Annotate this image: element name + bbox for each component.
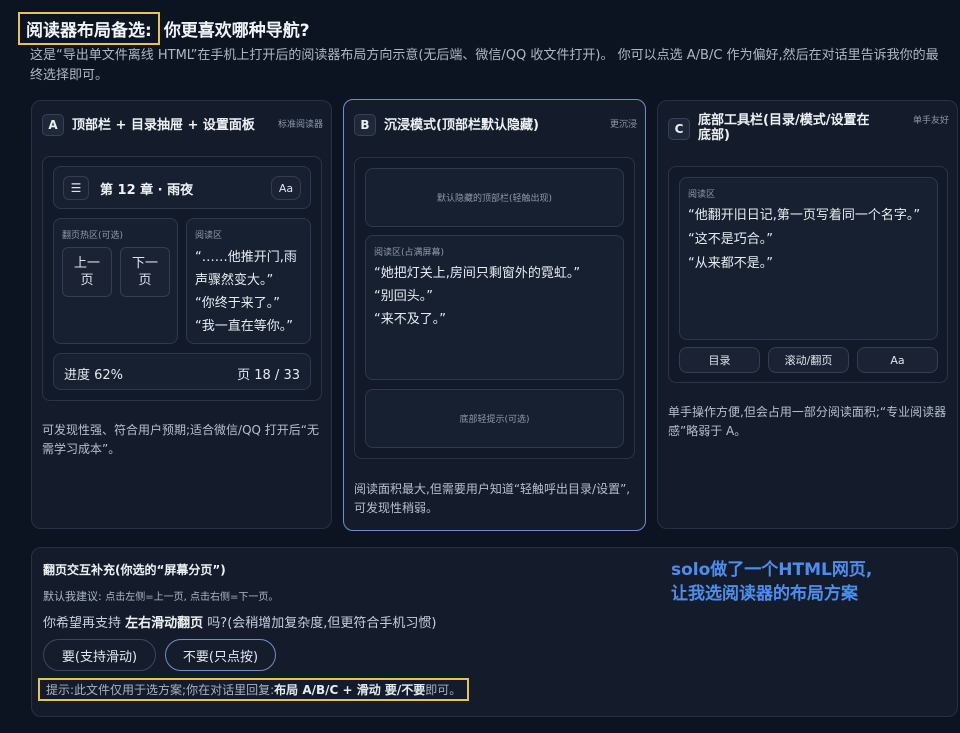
read-zone-a: 阅读区 “……他推开门,雨声骤然变大。” “你终于来了。” “我一直在等你。” xyxy=(186,218,311,344)
question-pre: 你希望再支持 xyxy=(43,616,126,631)
option-yes-button[interactable]: 要(支持滑动) xyxy=(43,639,156,671)
question-post: 吗?(会稍增加复杂度,但更符合手机习惯) xyxy=(203,616,437,631)
read-zone-b: 阅读区(占满屏幕) “她把灯关上,房间只剩窗外的霓虹。” “别回头。” “来不及… xyxy=(365,235,624,380)
font-settings-button[interactable]: Aa xyxy=(271,176,301,200)
card-c-description: 单手操作方便,但会占用一部分阅读面积;“专业阅读器感”略弱于 A。 xyxy=(668,405,947,438)
flip-zone-a: 翻页热区(可选) 上一页 下一页 xyxy=(53,218,178,344)
panel-title: 翻页交互补充(你选的“屏幕分页”) xyxy=(43,563,226,577)
layout-option-c-card[interactable]: C 底部工具栏(目录/模式/设置在底部) 单手友好 阅读区 “他翻开旧日记,第一… xyxy=(657,100,958,529)
read-line: “我一直在等你。” xyxy=(195,319,293,334)
hidden-top-bar[interactable]: 默认隐藏的顶部栏(轻触出现) xyxy=(365,168,624,227)
bottom-hint-label: 底部轻提示(可选) xyxy=(459,415,530,425)
default-suggestion: 默认我建议: 点击左侧=上一页, 点击右侧=下一页。 xyxy=(43,588,278,604)
next-page-button[interactable]: 下一页 xyxy=(120,247,170,297)
flip-zone-label: 翻页热区(可选) xyxy=(62,231,124,241)
title-question: 你更喜欢哪种导航? xyxy=(163,21,310,41)
annotation-line: solo做了一个HTML网页, xyxy=(671,560,873,580)
read-text-b: “她把灯关上,房间只剩窗外的霓虹。” “别回头。” “来不及了。” xyxy=(374,262,619,331)
chapter-title: 第 12 章 · 雨夜 xyxy=(100,183,194,198)
option-letter-c: C xyxy=(668,118,690,140)
read-zone-label: 阅读区(占满屏幕) xyxy=(374,248,445,258)
phone-mock-b: 默认隐藏的顶部栏(轻触出现) 阅读区(占满屏幕) “她把灯关上,房间只剩窗外的霓… xyxy=(354,157,635,459)
bottom-hint-bar: 底部轻提示(可选) xyxy=(365,389,624,448)
toolbar-toc-button[interactable]: 目录 xyxy=(679,347,760,373)
read-line: “她把灯关上,房间只剩窗外的霓虹。” xyxy=(374,266,581,281)
read-zone-label: 阅读区 xyxy=(688,190,716,200)
default-label: 默认我建议: xyxy=(43,590,102,603)
title-highlight: 阅读器布局备选: xyxy=(18,12,160,45)
progress-bar-a: 进度 62% 页 18 / 33 xyxy=(53,353,311,390)
card-a-tag: 标准阅读器 xyxy=(277,119,323,130)
layout-option-a-card[interactable]: A 顶部栏 + 目录抽屉 + 设置面板 标准阅读器 ☰ 第 12 章 · 雨夜 … xyxy=(31,100,332,529)
read-line: “你终于来了。” xyxy=(195,296,280,311)
prev-page-button[interactable]: 上一页 xyxy=(62,247,112,297)
read-line: “……他推开门,雨声骤然变大。” xyxy=(195,250,297,288)
read-line: “别回头。” xyxy=(374,289,433,304)
toolbar-mode-button[interactable]: 滚动/翻页 xyxy=(768,347,849,373)
option-letter-a: A xyxy=(42,114,64,136)
read-line: “来不及了。” xyxy=(374,312,446,327)
page-label: 页 18 / 33 xyxy=(237,368,300,383)
menu-icon[interactable]: ☰ xyxy=(63,176,89,200)
question-bold: 左右滑动翻页 xyxy=(125,616,204,631)
hint-pre: 提示:此文件仅用于选方案;你在对话里回复: xyxy=(46,683,275,697)
hint-bold: 布局 A/B/C + 滑动 要/不要 xyxy=(274,683,426,697)
phone-mock-a: ☰ 第 12 章 · 雨夜 Aa 翻页热区(可选) 上一页 下一页 阅读区 “…… xyxy=(42,156,322,401)
annotation-line: 让我选阅读器的布局方案 xyxy=(671,584,858,604)
page-title: 阅读器布局备选: 你更喜欢哪种导航? xyxy=(18,12,310,45)
swipe-question: 你希望再支持 左右滑动翻页 吗?(会稍增加复杂度,但更符合手机习惯) xyxy=(43,612,436,631)
card-b-tag: 更沉浸 xyxy=(609,119,637,130)
overlay-annotation: solo做了一个HTML网页, 让我选阅读器的布局方案 xyxy=(671,558,872,606)
default-text: 点击左侧=上一页, 点击右侧=下一页。 xyxy=(105,592,279,603)
card-c-header: C 底部工具栏(目录/模式/设置在底部) 单手友好 xyxy=(668,113,950,143)
read-zone-label: 阅读区 xyxy=(195,231,223,241)
read-line: “这不是巧合。” xyxy=(688,232,773,247)
read-zone-c: 阅读区 “他翻开旧日记,第一页写着同一个名字。” “这不是巧合。” “从来都不是… xyxy=(679,177,938,340)
option-no-button[interactable]: 不要(只点按) xyxy=(165,639,276,671)
hidden-bar-label: 默认隐藏的顶部栏(轻触出现) xyxy=(436,194,553,204)
card-a-title: 顶部栏 + 目录抽屉 + 设置面板 xyxy=(72,117,255,133)
card-a-header: A 顶部栏 + 目录抽屉 + 设置面板 标准阅读器 xyxy=(42,111,323,139)
card-c-tag: 单手友好 xyxy=(913,116,950,126)
read-text-c: “他翻开旧日记,第一页写着同一个名字。” “这不是巧合。” “从来都不是。” xyxy=(688,204,928,276)
read-text-a: “……他推开门,雨声骤然变大。” “你终于来了。” “我一直在等你。” xyxy=(195,246,309,338)
intro-text: 这是“导出单文件离线 HTML”在手机上打开后的阅读器布局方向示意(无后端、微信… xyxy=(30,48,939,83)
card-b-title: 沉浸模式(顶部栏默认隐藏) xyxy=(384,117,539,133)
phone-mock-c: 阅读区 “他翻开旧日记,第一页写着同一个名字。” “这不是巧合。” “从来都不是… xyxy=(668,166,948,383)
hint-post: 即可。 xyxy=(425,683,462,697)
top-bar-a: ☰ 第 12 章 · 雨夜 Aa xyxy=(53,166,311,209)
card-a-description: 可发现性强、符合用户预期;适合微信/QQ 打开后“无需学习成本”。 xyxy=(42,423,320,456)
reply-hint: 提示:此文件仅用于选方案;你在对话里回复: 布局 A/B/C + 滑动 要/不要 … xyxy=(38,678,470,701)
read-line: “从来都不是。” xyxy=(688,256,773,271)
card-b-header: B 沉浸模式(顶部栏默认隐藏) 更沉浸 xyxy=(354,111,637,139)
layout-option-b-card[interactable]: B 沉浸模式(顶部栏默认隐藏) 更沉浸 默认隐藏的顶部栏(轻触出现) 阅读区(占… xyxy=(343,99,646,531)
progress-label: 进度 62% xyxy=(64,368,124,383)
page: 阅读器布局备选: 你更喜欢哪种导航? 这是“导出单文件离线 HTML”在手机上打… xyxy=(0,0,960,733)
card-c-title: 底部工具栏(目录/模式/设置在底部) xyxy=(698,113,870,143)
option-letter-b: B xyxy=(354,114,376,136)
toolbar-font-button[interactable]: Aa xyxy=(857,347,938,373)
flip-interaction-panel: 翻页交互补充(你选的“屏幕分页”) 默认我建议: 点击左侧=上一页, 点击右侧=… xyxy=(31,547,958,717)
card-b-description: 阅读面积最大,但需要用户知道“轻触呼出目录/设置”,可发现性稍弱。 xyxy=(354,482,631,515)
read-line: “他翻开旧日记,第一页写着同一个名字。” xyxy=(688,208,921,223)
